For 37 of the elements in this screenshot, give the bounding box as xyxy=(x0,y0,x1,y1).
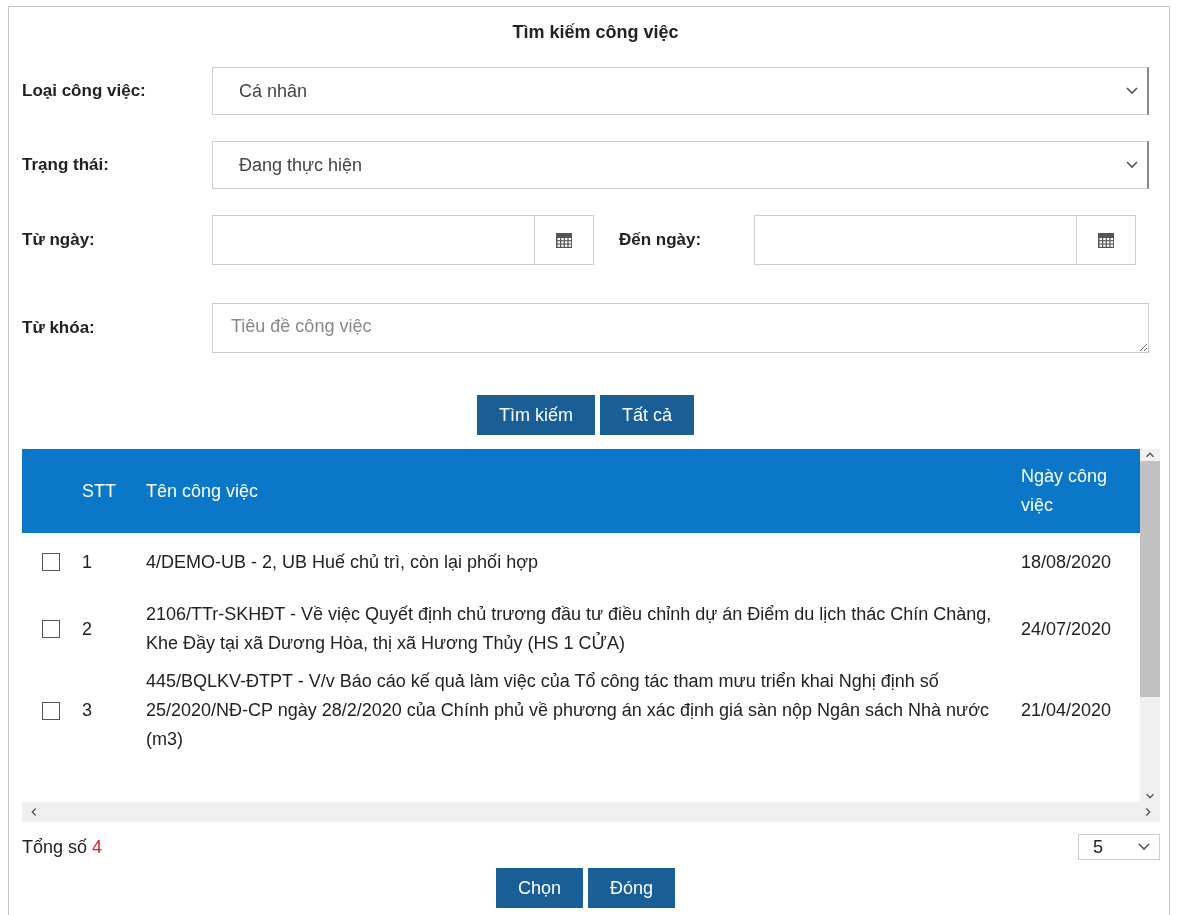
table-cell-text: 18/08/2020 xyxy=(1021,550,1113,574)
calendar-icon xyxy=(1097,231,1115,249)
table-cell-text: 1 xyxy=(82,550,93,574)
page-size-select[interactable]: 5 xyxy=(1078,834,1160,860)
table-cell-text: 24/07/2020 xyxy=(1021,617,1113,641)
field-label: Trạng thái: xyxy=(22,155,110,175)
search-button[interactable]: Tất cả xyxy=(600,395,694,435)
calendar-icon xyxy=(555,231,573,249)
action-button[interactable]: Đóng xyxy=(588,868,676,908)
dialog-title: Tìm kiếm công việc xyxy=(511,22,680,43)
table-cell-text: 445/BQLKV-ĐTPT - V/v Báo cáo kế quả làm việc của Tổ công tác tham mưu triển khai Nghị định số 25/2020/NĐ-CP ngày 28/2/2020 của Chính phủ về phương án xác định giá sàn nộp Ngân sách Nhà nước (m3) xyxy=(146,670,990,751)
vertical-scrollbar[interactable] xyxy=(1140,449,1160,802)
type-select[interactable]: Cá nhân xyxy=(212,67,1149,115)
row-checkbox[interactable] xyxy=(42,701,60,720)
horizontal-scrollbar[interactable] xyxy=(22,802,1160,822)
table-cell-text: 3 xyxy=(82,699,93,722)
column-header: Tên công việc xyxy=(146,479,260,503)
scrollbar-thumb[interactable] xyxy=(1140,461,1160,697)
table-cell-text: 2 xyxy=(82,617,93,641)
row-checkbox[interactable] xyxy=(42,620,60,638)
table-cell-text: 2106/TTr-SKHĐT - Về việc Quyết định chủ trương đầu tư điều chỉnh dự án Điểm du lịch thác Chín Chàng, Khe Đầy tại xã Dương Hòa, thị xã Hương Thủy (HS 1 CỬA) xyxy=(146,603,993,655)
keyword-input-field[interactable]: Tiêu đề công việc xyxy=(212,303,1149,353)
column-header: STT xyxy=(82,479,117,503)
field-label: Từ ngày: xyxy=(22,230,96,250)
field-label: Từ khóa: xyxy=(22,318,96,338)
table-cell-text: 4/DEMO-UB - 2, UB Huế chủ trì, còn lại phối hợp xyxy=(146,550,539,574)
row-checkbox[interactable] xyxy=(42,553,60,571)
action-button[interactable]: Chọn xyxy=(495,868,583,908)
date-input-field[interactable] xyxy=(212,215,594,265)
field-label: Loại công việc: xyxy=(22,81,147,101)
column-header: Ngày công việc xyxy=(1021,465,1109,517)
total-count: Tổng số 4 xyxy=(22,836,103,858)
table-cell-text: 21/04/2020 xyxy=(1021,699,1113,722)
status-select[interactable]: Đang thực hiện xyxy=(212,141,1149,189)
field-label: Đến ngày: xyxy=(618,230,703,250)
date-input-field[interactable] xyxy=(754,215,1136,265)
search-button[interactable]: Tìm kiếm xyxy=(477,395,595,435)
